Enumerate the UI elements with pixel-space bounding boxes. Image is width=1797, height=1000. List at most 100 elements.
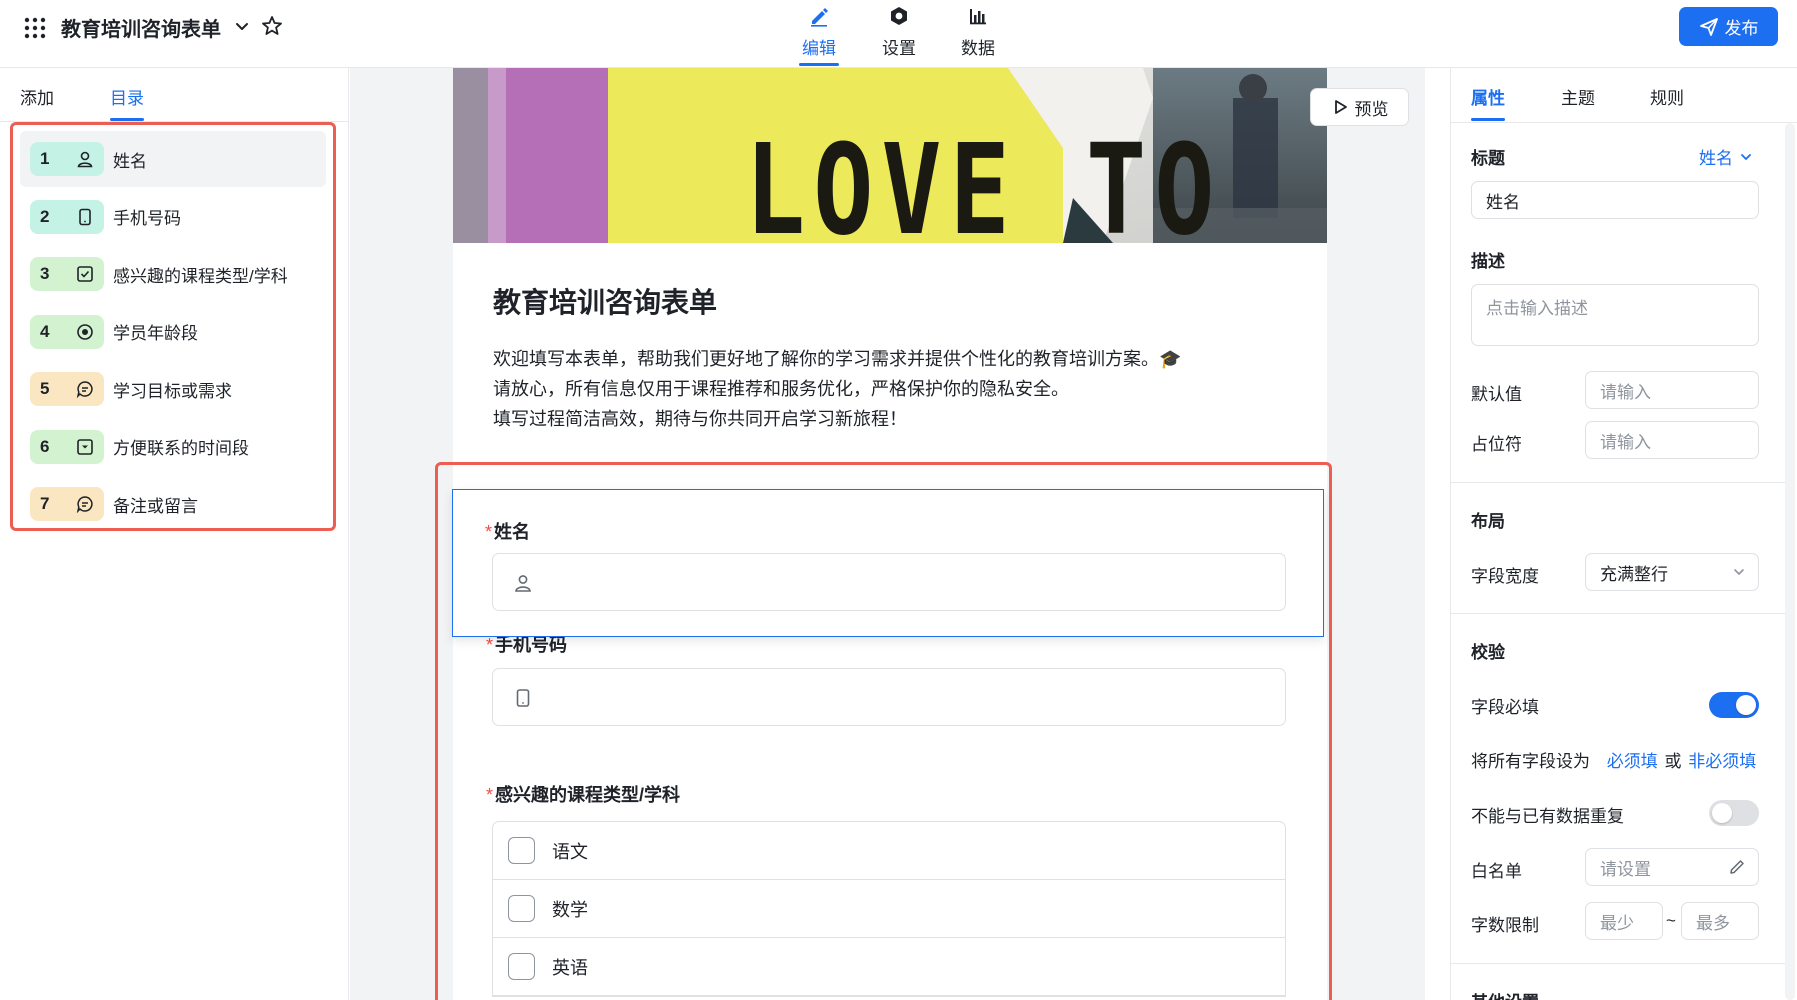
form-title[interactable]: 教育培训咨询表单 — [61, 13, 221, 42]
toggle-knob — [1736, 695, 1756, 715]
outline-label: 学员年龄段 — [113, 324, 198, 343]
banner-image[interactable]: LOVE TO — [453, 68, 1327, 243]
option-chinese[interactable]: 语文 — [493, 822, 1285, 880]
option-label: 数学 — [552, 899, 588, 920]
title-section-heading: 标题 — [1471, 149, 1505, 168]
chevron-down-icon — [1732, 565, 1746, 579]
validation-section-heading: 校验 — [1471, 643, 1505, 662]
active-field-name[interactable]: * 姓名 — [452, 489, 1324, 637]
outline-number: 5 — [40, 379, 50, 398]
tab-add[interactable]: 添加 — [20, 84, 54, 109]
required-mark: * — [485, 522, 493, 542]
outline-badge: 1 — [30, 142, 104, 176]
pencil-icon[interactable] — [1728, 858, 1746, 876]
unique-toggle[interactable] — [1709, 800, 1759, 826]
tab-settings-label: 设置 — [882, 39, 916, 58]
placeholder-input[interactable]: 请输入 — [1585, 421, 1759, 459]
char-limit-min-input[interactable]: 最少 — [1585, 902, 1663, 940]
title-input[interactable]: 姓名 — [1471, 181, 1759, 219]
set-all-optional-link[interactable]: 非必须填 — [1688, 752, 1756, 771]
publish-label: 发布 — [1724, 19, 1759, 38]
apps-grid-icon[interactable] — [23, 16, 47, 40]
field-label-text: 姓名 — [494, 522, 531, 542]
char-limit-max-input[interactable]: 最多 — [1681, 902, 1759, 940]
bar-chart-icon — [948, 2, 1008, 28]
form-heading[interactable]: 教育培训咨询表单 — [493, 281, 717, 321]
set-all-row: 将所有字段设为 必须填 或 非必须填 — [1471, 747, 1771, 772]
checkbox[interactable] — [508, 953, 535, 980]
banner-text: LOVE TO — [745, 117, 1222, 243]
comment-icon — [76, 495, 94, 513]
set-all-required-link[interactable]: 必须填 — [1607, 752, 1658, 771]
outline-item-notes[interactable]: 7 备注或留言 — [20, 476, 326, 532]
form-canvas[interactable]: LOVE TO 教育培训咨询表单 欢迎填写本表单，帮助我们更好地了解你的学习需求… — [350, 68, 1425, 1000]
name-input[interactable] — [492, 553, 1286, 611]
outline-item-age[interactable]: 4 学员年龄段 — [20, 304, 326, 360]
field-width-select[interactable]: 充满整行 — [1585, 553, 1759, 591]
outline-number: 2 — [40, 206, 50, 226]
whitelist-input[interactable]: 请设置 — [1585, 848, 1759, 886]
description-input[interactable]: 点击输入描述 — [1471, 284, 1759, 346]
checkbox[interactable] — [508, 895, 535, 922]
title-link-label: 姓名 — [1699, 149, 1733, 168]
title-field-selector[interactable]: 姓名 — [1699, 144, 1753, 169]
outline-item-courses[interactable]: 3 感兴趣的课程类型/学科 — [20, 246, 326, 302]
play-icon — [1331, 98, 1349, 116]
gear-hexagon-icon — [869, 2, 929, 28]
option-label: 英语 — [552, 957, 588, 978]
star-icon[interactable] — [260, 14, 284, 38]
tab-edit[interactable]: 编辑 — [789, 2, 849, 66]
default-value-input[interactable]: 请输入 — [1585, 371, 1759, 409]
tab-rules[interactable]: 规则 — [1650, 84, 1684, 109]
option-english[interactable]: 英语 — [493, 938, 1285, 996]
tab-data-label: 数据 — [961, 39, 995, 58]
left-panel: 添加 目录 1 姓名 2 手机号码 3 感兴趣的课程类型/学科 4 学员年龄段 … — [0, 68, 349, 1000]
outline-number: 3 — [40, 264, 50, 283]
required-mark: * — [486, 785, 494, 805]
left-tabs: 添加 目录 — [0, 68, 348, 122]
outline-item-goals[interactable]: 5 学习目标或需求 — [20, 361, 326, 417]
tab-settings[interactable]: 设置 — [869, 2, 929, 64]
outline-number: 4 — [40, 321, 50, 341]
outline-badge: 3 — [30, 257, 104, 291]
outline-badge: 4 — [30, 314, 104, 349]
required-toggle[interactable] — [1709, 692, 1759, 718]
whitelist-placeholder: 请设置 — [1600, 859, 1651, 879]
form-description[interactable]: 欢迎填写本表单，帮助我们更好地了解你的学习需求并提供个性化的教育培训方案。🎓 请… — [493, 344, 1181, 434]
option-label: 语文 — [552, 841, 588, 862]
outline-label: 学习目标或需求 — [113, 381, 232, 401]
outline-item-time[interactable]: 6 方便联系的时间段 — [20, 419, 326, 475]
divider — [1451, 613, 1794, 614]
outline-number: 6 — [40, 436, 50, 456]
unique-label: 不能与已有数据重复 — [1471, 807, 1624, 826]
field-label-name[interactable]: * 姓名 — [485, 518, 530, 544]
char-limit-label: 字数限制 — [1471, 916, 1539, 935]
chevron-down-icon[interactable] — [233, 17, 251, 35]
chevron-down-icon — [1739, 150, 1753, 164]
preview-label: 预览 — [1354, 99, 1389, 119]
outline-number: 7 — [40, 494, 50, 513]
preview-button[interactable]: 预览 — [1310, 88, 1409, 126]
outline-label: 备注或留言 — [113, 496, 198, 516]
outline-badge: 2 — [30, 199, 104, 234]
phone-icon — [76, 208, 94, 226]
outline-label: 方便联系的时间段 — [113, 439, 249, 458]
outline-item-name[interactable]: 1 姓名 — [20, 131, 326, 187]
outline-badge: 6 — [30, 429, 104, 464]
whitelist-label: 白名单 — [1471, 862, 1522, 881]
publish-button[interactable]: 发布 — [1679, 7, 1778, 46]
option-math[interactable]: 数学 — [493, 880, 1285, 938]
tab-data[interactable]: 数据 — [948, 2, 1008, 64]
tab-theme[interactable]: 主题 — [1561, 84, 1595, 109]
tab-outline[interactable]: 目录 — [110, 84, 144, 121]
send-icon — [1699, 17, 1719, 37]
checkbox[interactable] — [508, 837, 535, 864]
radio-icon — [76, 323, 94, 341]
panel-scrollbar[interactable] — [1785, 123, 1795, 1000]
tab-properties[interactable]: 属性 — [1471, 84, 1505, 121]
pen-icon — [789, 2, 849, 28]
field-label-courses[interactable]: * 感兴趣的课程类型/学科 — [486, 781, 680, 807]
phone-input[interactable] — [492, 668, 1286, 726]
outline-badge: 7 — [30, 487, 104, 521]
outline-item-phone[interactable]: 2 手机号码 — [20, 189, 326, 245]
